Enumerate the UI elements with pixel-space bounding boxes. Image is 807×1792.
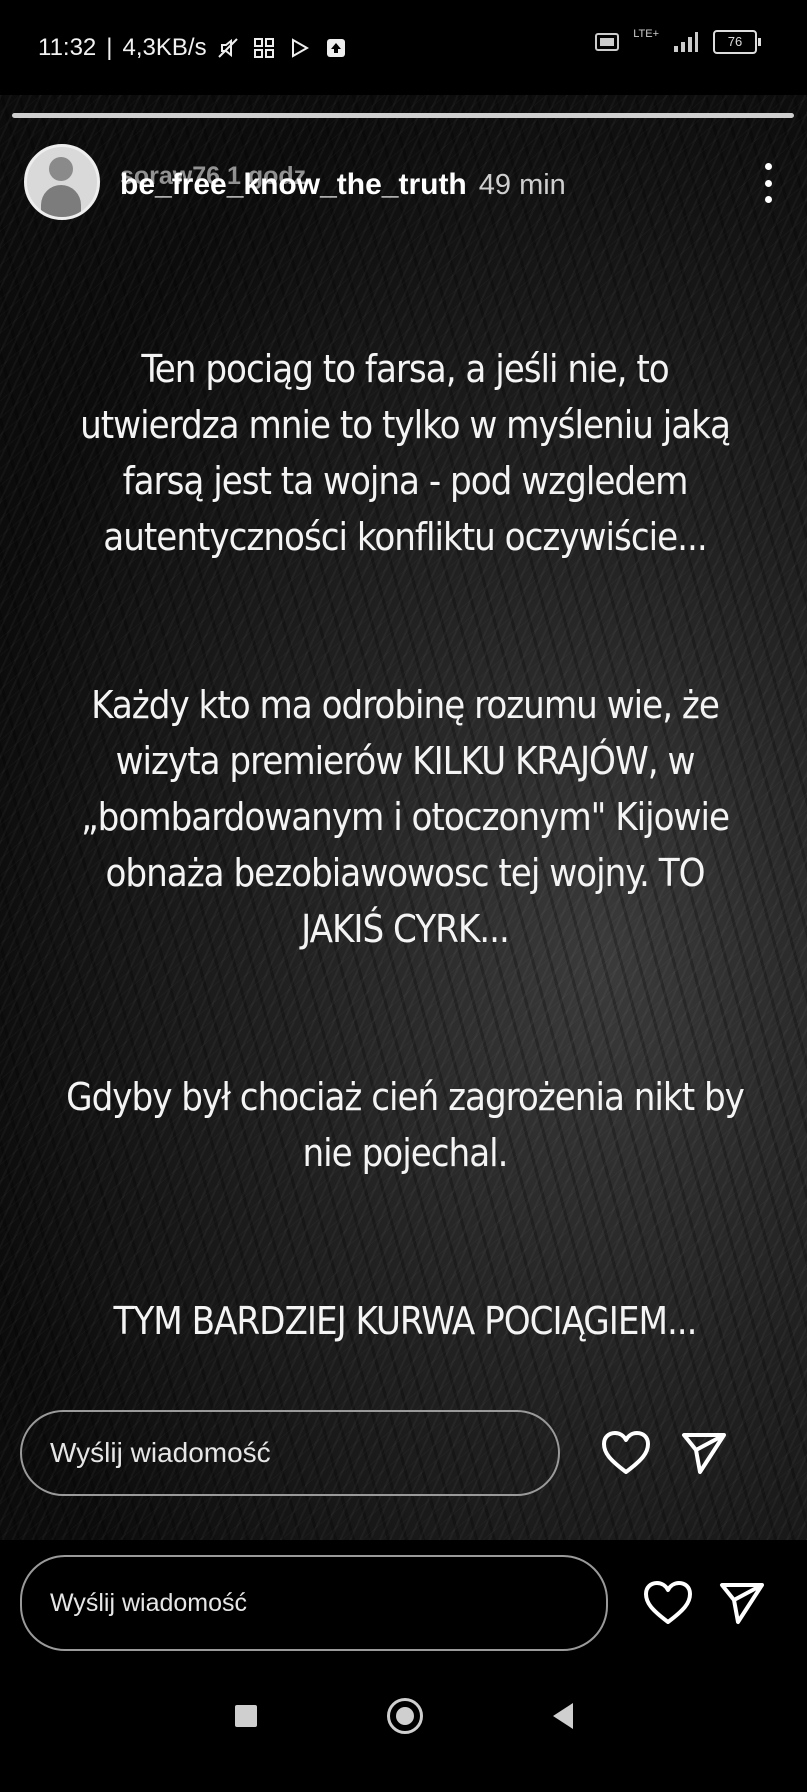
home-button[interactable] xyxy=(386,1698,423,1734)
battery-level: 76 xyxy=(727,34,743,49)
system-nav-bar xyxy=(0,1640,807,1792)
volte-icon xyxy=(595,33,620,51)
send-icon[interactable] xyxy=(718,1580,766,1626)
message-input[interactable] xyxy=(20,1555,608,1651)
time-ago: 49 min xyxy=(478,169,566,201)
send-icon[interactable] xyxy=(680,1430,728,1476)
story-paragraph: TYM BARDZIEJ KURWA POCIĄGIEM... xyxy=(113,1299,697,1343)
username-text: be_free_know_the_truth xyxy=(120,168,467,201)
avatar[interactable] xyxy=(24,144,100,220)
story-text: Ten pociąg to farsa, a jeśli nie, to utw… xyxy=(60,285,750,1461)
play-store-icon xyxy=(291,38,309,58)
heart-icon[interactable] xyxy=(642,1580,694,1626)
reply-bar-2 xyxy=(20,1555,790,1651)
recent-apps-button[interactable] xyxy=(234,1705,257,1727)
grid-app-icon xyxy=(253,38,274,58)
message-input[interactable] xyxy=(20,1410,560,1496)
username[interactable]: be_free_know_the_truth 49 min xyxy=(120,168,566,202)
story-paragraph: Ten pociąg to farsa, a jeśli nie, to utw… xyxy=(80,347,731,559)
username-group: soraw76 1 godz. be_free_know_the_truth 49… xyxy=(120,162,620,202)
more-options-icon[interactable] xyxy=(760,163,776,203)
upload-icon xyxy=(326,39,345,57)
battery-icon: 76 xyxy=(713,30,761,54)
signal-icon xyxy=(674,32,698,52)
back-button[interactable] xyxy=(552,1703,573,1729)
status-speed: 4,3KB/s xyxy=(122,34,207,61)
muted-icon xyxy=(217,38,238,58)
reply-bar-1 xyxy=(20,1405,790,1501)
story-paragraph: Każdy kto ma odrobinę rozumu wie, że wiz… xyxy=(80,683,730,951)
status-time: 11:32 xyxy=(38,34,97,61)
story-view[interactable]: soraw76 1 godz. be_free_know_the_truth 49… xyxy=(0,95,807,1540)
story-progress-bar xyxy=(12,113,794,118)
story-paragraph: Gdyby był chociaż cień zagrożenia nikt b… xyxy=(66,1075,745,1175)
heart-icon[interactable] xyxy=(600,1430,652,1476)
status-bar: 11:32 | 4,3KB/s LTE+ 76 xyxy=(0,0,807,95)
status-icons xyxy=(217,37,347,59)
network-label: LTE+ xyxy=(633,28,659,40)
story-header: soraw76 1 godz. be_free_know_the_truth 49… xyxy=(24,137,784,227)
status-right: LTE+ 76 xyxy=(595,28,761,54)
status-left: 11:32 | 4,3KB/s xyxy=(38,34,347,62)
status-divider: | xyxy=(106,34,113,61)
